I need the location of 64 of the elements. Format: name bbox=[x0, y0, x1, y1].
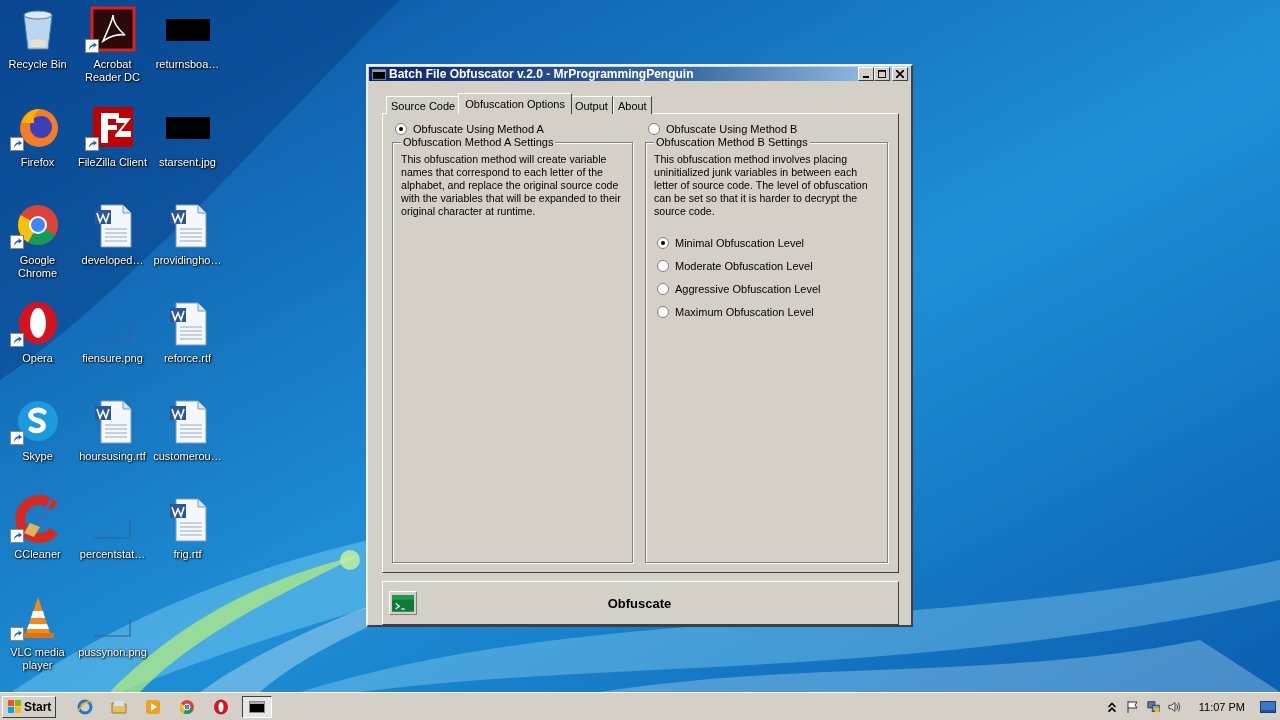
group-title: Obfuscation Method A Settings bbox=[401, 136, 556, 148]
opera-icon bbox=[213, 698, 230, 715]
icon-label[interactable]: frig.rtf bbox=[150, 548, 225, 561]
radio-label[interactable]: Obfuscate Using Method B bbox=[666, 123, 798, 135]
taskbar-button[interactable] bbox=[242, 695, 273, 718]
tab[interactable]: Output bbox=[569, 96, 613, 114]
radio-button[interactable] bbox=[657, 283, 669, 295]
window-title: Batch File Obfuscator v.2.0 - MrProgrammingPenguin bbox=[389, 67, 695, 81]
icon-label[interactable]: developed… bbox=[75, 254, 150, 267]
speaker-icon[interactable] bbox=[1167, 699, 1182, 714]
tab[interactable]: About bbox=[612, 96, 652, 114]
maximize-button[interactable] bbox=[874, 67, 890, 81]
icon-label[interactable]: Google Chrome bbox=[0, 254, 75, 280]
icon-label[interactable]: Recycle Bin bbox=[0, 58, 75, 71]
icon-label[interactable]: fiensure.png bbox=[75, 352, 150, 365]
close-icon bbox=[896, 70, 904, 78]
icon-label[interactable]: reforce.rtf bbox=[150, 352, 225, 365]
obfuscate-button[interactable]: Obfuscate bbox=[417, 584, 862, 622]
icon-label[interactable]: FileZilla Client bbox=[75, 156, 150, 169]
icon-label[interactable]: CCleaner bbox=[0, 548, 75, 561]
flag-icon[interactable] bbox=[1125, 699, 1140, 714]
icon-label[interactable]: Firefox bbox=[0, 156, 75, 169]
minimize-button[interactable] bbox=[858, 67, 874, 81]
icon-label[interactable]: Acrobat Reader DC bbox=[75, 58, 150, 84]
radio-label[interactable]: Minimal Obfuscation Level bbox=[675, 237, 804, 249]
play-icon bbox=[145, 698, 162, 715]
icon-label[interactable]: hoursusing.rtf bbox=[75, 450, 150, 463]
show-desktop-icon[interactable] bbox=[1260, 700, 1276, 713]
description-text: This obfuscation method will create variable names that correspond to each letter of the alphabet, and replace the original source code with the variables that will be expanded to their original character at runtime. bbox=[401, 153, 622, 218]
radio-button[interactable] bbox=[395, 123, 407, 135]
icon-label[interactable]: Opera bbox=[0, 352, 75, 365]
description-text: This obfuscation method involves placing uninitialized junk variables in between each letter of source code. The level of obfuscation can be set so that it is harder to decrypt the source code. bbox=[654, 153, 869, 218]
radio-button[interactable] bbox=[657, 260, 669, 272]
icon-label[interactable]: percentstat… bbox=[75, 548, 150, 561]
radio-label[interactable]: Aggressive Obfuscation Level bbox=[675, 283, 821, 295]
icon-label[interactable]: providingho… bbox=[150, 254, 225, 267]
icon-label[interactable]: starsent.jpg bbox=[150, 156, 225, 169]
tab[interactable]: Source Code bbox=[386, 96, 461, 114]
radio-button[interactable] bbox=[657, 306, 669, 318]
icon-label[interactable]: VLC media player bbox=[0, 646, 75, 672]
radio-button[interactable] bbox=[657, 237, 669, 249]
network-icon[interactable] bbox=[1146, 699, 1161, 714]
icon-label[interactable]: Skype bbox=[0, 450, 75, 463]
folder-icon bbox=[111, 698, 128, 715]
chrome-icon bbox=[179, 698, 196, 715]
clock[interactable]: 11:07 PM bbox=[1198, 700, 1245, 713]
radio-label[interactable]: Maximum Obfuscation Level bbox=[675, 306, 814, 318]
start-button[interactable]: Start bbox=[2, 695, 57, 718]
console-icon bbox=[249, 698, 266, 715]
tab[interactable]: Obfuscation Options bbox=[458, 93, 572, 114]
browser-icon bbox=[77, 698, 94, 715]
group-title: Obfuscation Method B Settings bbox=[654, 136, 810, 148]
terminal-icon bbox=[392, 594, 414, 612]
icon-label[interactable]: customerou… bbox=[150, 450, 225, 463]
radio-button[interactable] bbox=[648, 123, 660, 135]
radio-label[interactable]: Moderate Obfuscation Level bbox=[675, 260, 813, 272]
console-icon bbox=[372, 68, 386, 80]
radio-label[interactable]: Obfuscate Using Method A bbox=[413, 123, 544, 135]
icon-label[interactable]: returnsboa… bbox=[150, 58, 225, 71]
console-button[interactable] bbox=[389, 591, 417, 615]
close-button[interactable] bbox=[892, 67, 908, 81]
maximize-icon bbox=[878, 70, 886, 78]
windows-logo-icon bbox=[7, 699, 22, 714]
acrobat-icon bbox=[88, 5, 137, 53]
